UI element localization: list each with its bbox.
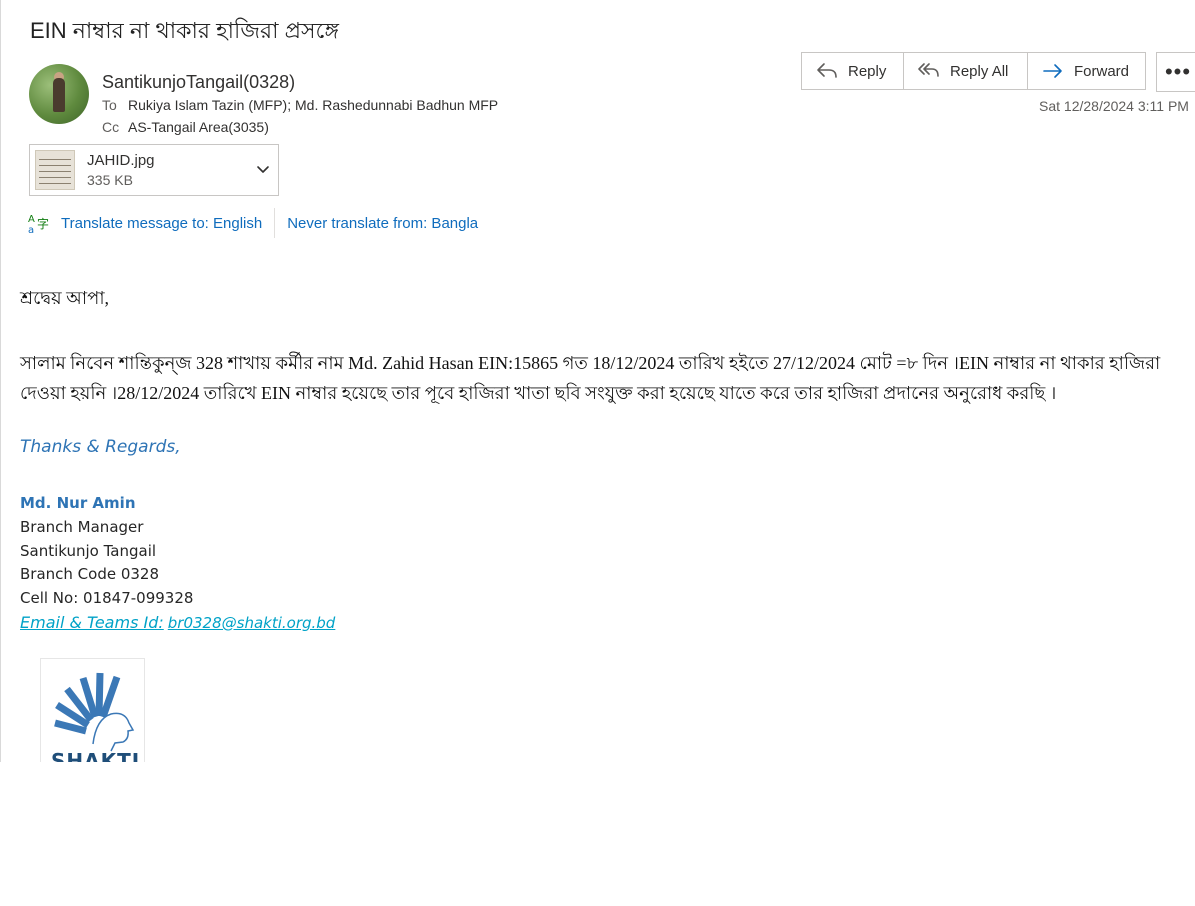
signature-name: Md. Nur Amin [20, 494, 136, 512]
translate-icon: A a 字 [28, 214, 49, 234]
signature-branch: Santikunjo Tangail [20, 542, 157, 560]
chevron-down-icon[interactable] [256, 162, 270, 176]
shakti-logo: SHAKTI [40, 658, 145, 762]
translate-separator [274, 208, 276, 238]
signature-cell: Cell No: 01847-099328 [20, 589, 194, 607]
svg-text:a: a [28, 225, 34, 234]
attachment-name: JAHID.jpg [87, 152, 155, 169]
pane-divider [0, 0, 1, 762]
reply-all-label: Reply All [950, 62, 1009, 80]
signature-email-row: Email & Teams Id: br0328@shakti.org.bd [20, 613, 335, 632]
reply-all-button[interactable]: Reply All [904, 52, 1028, 90]
signature-branch-code: Branch Code 0328 [20, 565, 160, 583]
to-label: To [102, 97, 117, 113]
body-paragraph: সালাম নিবেন শান্তিকুন্জ 328 শাখায় কর্মী… [20, 353, 1161, 403]
more-actions-button[interactable]: ••• [1156, 52, 1195, 92]
forward-button[interactable]: Forward [1028, 52, 1146, 90]
attachment-card[interactable]: JAHID.jpg 335 KB [29, 144, 279, 196]
attachment-size: 335 KB [87, 172, 133, 188]
shakti-logo-graphic [54, 672, 135, 752]
body-greeting: শ্রদ্বেয় আপা, [20, 288, 110, 308]
sent-date: Sat 12/28/2024 3:11 PM [1039, 98, 1189, 114]
translate-message-link[interactable]: Translate message to: English [61, 215, 262, 232]
forward-arrow-icon [1043, 64, 1062, 78]
attachment-thumbnail [35, 150, 75, 190]
cc-row: Cc AS-Tangail Area(3035) [102, 119, 269, 135]
svg-text:字: 字 [37, 216, 49, 231]
email-label: Email & Teams Id: [20, 613, 164, 632]
email-link[interactable]: br0328@shakti.org.bd [168, 614, 336, 632]
signature-title: Branch Manager [20, 518, 144, 536]
reply-icon [817, 63, 837, 78]
translate-bar: A a 字 Translate message to: English Neve… [27, 208, 478, 238]
forward-label: Forward [1074, 62, 1130, 80]
never-translate-link[interactable]: Never translate from: Bangla [287, 215, 478, 232]
reply-label: Reply [848, 62, 887, 80]
to-recipients[interactable]: Rukiya Islam Tazin (MFP); Md. Rashedunna… [128, 97, 498, 113]
message-actions: Reply Reply All Forward [801, 52, 1146, 92]
cc-recipients[interactable]: AS-Tangail Area(3035) [128, 119, 269, 135]
sender-avatar[interactable] [29, 64, 89, 124]
email-subject: EIN নাম্বার না থাকার হাজিরা প্রসঙ্গে [30, 18, 339, 43]
signature-thanks: Thanks & Regards, [20, 437, 181, 457]
svg-text:A: A [28, 214, 35, 225]
to-row: To Rukiya Islam Tazin (MFP); Md. Rashedun… [102, 97, 498, 113]
more-icon: ••• [1164, 59, 1192, 84]
reply-all-icon [918, 63, 939, 77]
sender-name[interactable]: SantikunjoTangail(0328) [102, 72, 295, 93]
cc-label: Cc [102, 119, 120, 135]
reply-button[interactable]: Reply [801, 52, 904, 90]
logo-wordmark: SHAKTI [51, 749, 141, 762]
